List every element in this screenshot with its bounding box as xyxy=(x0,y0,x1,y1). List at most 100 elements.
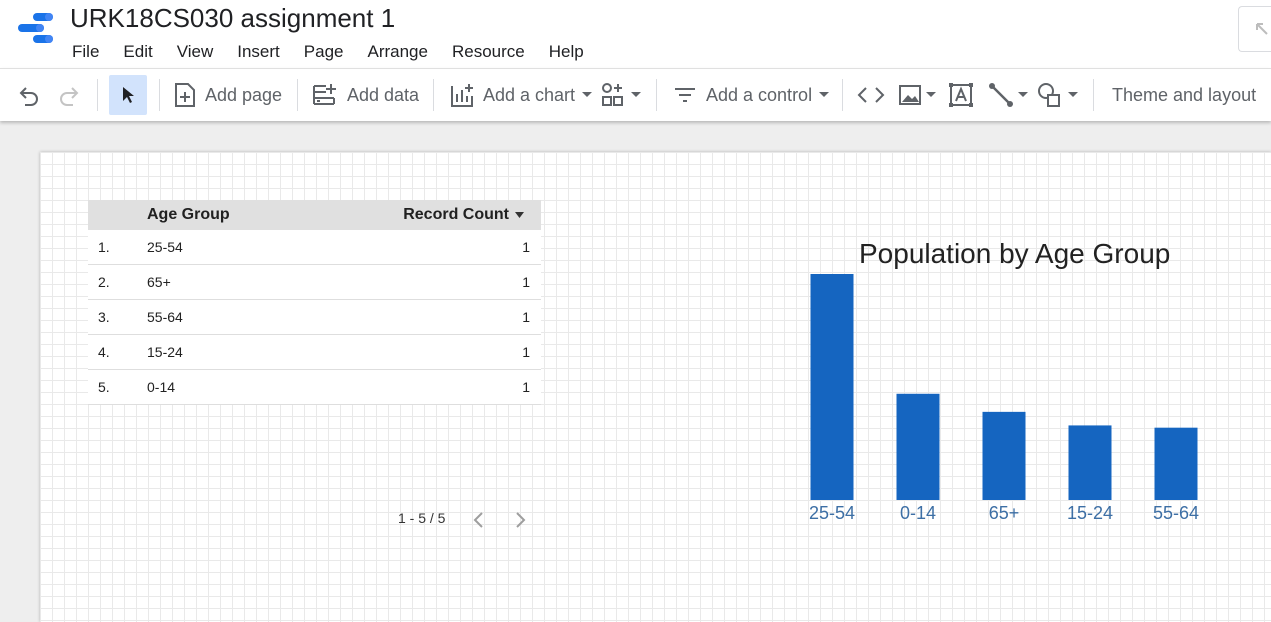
row-index: 2. xyxy=(98,274,110,290)
toolbar: Add page Add data Add a chart Add a cont… xyxy=(0,68,1271,121)
age-group-cell: 25-54 xyxy=(147,239,183,255)
table-row[interactable]: 1. 25-54 1 xyxy=(88,230,541,265)
dropdown-caret-icon xyxy=(1068,92,1078,97)
insert-image-button[interactable] xyxy=(898,69,937,121)
record-count-cell: 1 xyxy=(522,274,530,290)
insert-text-button[interactable] xyxy=(948,69,974,121)
undo-button[interactable] xyxy=(17,69,41,121)
add-control-button[interactable]: Add a control xyxy=(673,69,830,121)
report-title[interactable]: URK18CS030 assignment 1 xyxy=(70,3,395,34)
record-count-cell: 1 xyxy=(522,379,530,395)
menu-help[interactable]: Help xyxy=(537,40,596,64)
embed-url-button[interactable] xyxy=(857,69,885,121)
undo-arrow-icon xyxy=(1256,23,1268,35)
x-axis-tick-label: 55-64 xyxy=(1153,503,1199,523)
undo-icon xyxy=(19,87,38,106)
toolbar-divider xyxy=(297,79,298,111)
add-page-icon xyxy=(175,83,195,107)
add-chart-label: Add a chart xyxy=(483,84,576,105)
table-row[interactable]: 3. 55-64 1 xyxy=(88,300,541,335)
toolbar-divider xyxy=(656,79,657,111)
pagination-range: 1 - 5 / 5 xyxy=(398,510,446,526)
theme-and-layout-label: Theme and layout xyxy=(1112,84,1257,105)
bar-chart[interactable]: Population by Age Group 25-54 0-14 65+ 15-2… xyxy=(790,232,1210,532)
data-studio-logo[interactable] xyxy=(16,11,56,47)
menu-bar: File Edit View Insert Page Arrange Resou… xyxy=(60,40,596,64)
chart-bar-65+[interactable] xyxy=(982,411,1026,500)
data-table[interactable]: Age Group Record Count 1. 25-54 1 2. 65+… xyxy=(88,200,541,405)
table-row[interactable]: 5. 0-14 1 xyxy=(88,370,541,405)
cursor-arrow-icon xyxy=(123,87,134,103)
record-count-cell: 1 xyxy=(522,309,530,325)
x-axis-tick-label: 15-24 xyxy=(1067,503,1113,523)
redo-icon xyxy=(60,87,79,106)
theme-and-layout-button[interactable]: Theme and layout xyxy=(1103,69,1256,121)
toolbar-divider xyxy=(842,79,843,111)
dropdown-caret-icon xyxy=(631,92,641,97)
age-group-cell: 65+ xyxy=(147,274,171,290)
chart-bar-15-24[interactable] xyxy=(1068,425,1112,500)
row-index: 1. xyxy=(98,239,110,255)
text-box-icon xyxy=(949,83,973,107)
redo-button[interactable] xyxy=(57,69,81,121)
sort-descending-icon[interactable] xyxy=(515,212,524,218)
column-header-age-group[interactable]: Age Group xyxy=(147,206,230,224)
app-header: URK18CS030 assignment 1 File Edit View I… xyxy=(0,0,1271,68)
table-header: Age Group Record Count xyxy=(88,200,541,230)
previous-page-icon[interactable] xyxy=(471,510,487,530)
age-group-cell: 15-24 xyxy=(147,344,183,360)
reset-button[interactable] xyxy=(1238,6,1271,52)
menu-view[interactable]: View xyxy=(165,40,226,64)
select-tool-button[interactable] xyxy=(109,75,147,115)
image-icon xyxy=(899,85,921,105)
report-canvas[interactable]: Age Group Record Count 1. 25-54 1 2. 65+… xyxy=(40,152,1271,622)
row-index: 3. xyxy=(98,309,110,325)
toolbar-divider xyxy=(433,79,434,111)
table-pagination: 1 - 5 / 5 xyxy=(398,507,538,533)
x-axis-tick-label: 65+ xyxy=(989,503,1020,523)
menu-edit[interactable]: Edit xyxy=(111,40,164,64)
x-axis-tick-label: 0-14 xyxy=(900,503,936,523)
toolbar-divider xyxy=(97,79,98,111)
menu-resource[interactable]: Resource xyxy=(440,40,537,64)
chart-bar-55-64[interactable] xyxy=(1154,427,1198,500)
record-count-cell: 1 xyxy=(522,344,530,360)
add-page-label: Add page xyxy=(205,84,283,105)
add-chart-button[interactable]: Add a chart xyxy=(450,69,593,121)
chart-bar-0-14[interactable] xyxy=(896,393,940,500)
community-components-icon xyxy=(602,83,623,106)
dropdown-caret-icon xyxy=(582,92,593,97)
add-control-label: Add a control xyxy=(706,84,813,105)
add-data-label: Add data xyxy=(347,84,420,105)
code-brackets-icon xyxy=(857,87,885,103)
menu-file[interactable]: File xyxy=(60,40,111,64)
insert-shape-button[interactable] xyxy=(1036,69,1079,121)
x-axis-tick-label: 25-54 xyxy=(809,503,855,523)
insert-line-button[interactable] xyxy=(988,69,1029,121)
filter-icon xyxy=(675,88,695,102)
shapes-icon xyxy=(1038,83,1060,107)
table-row[interactable]: 2. 65+ 1 xyxy=(88,265,541,300)
dropdown-caret-icon xyxy=(926,92,936,97)
age-group-cell: 0-14 xyxy=(147,379,176,395)
toolbar-divider xyxy=(159,79,160,111)
dropdown-caret-icon xyxy=(1018,92,1028,97)
record-count-cell: 1 xyxy=(522,239,530,255)
table-row[interactable]: 4. 15-24 1 xyxy=(88,335,541,370)
chart-bar-25-54[interactable] xyxy=(810,274,854,500)
add-chart-icon xyxy=(451,84,473,107)
age-group-cell: 55-64 xyxy=(147,309,183,325)
row-index: 4. xyxy=(98,344,110,360)
menu-arrange[interactable]: Arrange xyxy=(355,40,439,64)
add-data-button[interactable]: Add data xyxy=(312,69,419,121)
dropdown-caret-icon xyxy=(819,92,830,97)
community-viz-button[interactable] xyxy=(601,69,642,121)
next-page-icon[interactable] xyxy=(512,510,528,530)
column-header-record-count[interactable]: Record Count xyxy=(403,206,509,224)
menu-insert[interactable]: Insert xyxy=(225,40,292,64)
add-page-button[interactable]: Add page xyxy=(174,69,282,121)
line-icon xyxy=(989,83,1013,107)
toolbar-divider xyxy=(1093,79,1094,111)
menu-page[interactable]: Page xyxy=(292,40,356,64)
add-data-icon xyxy=(313,84,336,105)
